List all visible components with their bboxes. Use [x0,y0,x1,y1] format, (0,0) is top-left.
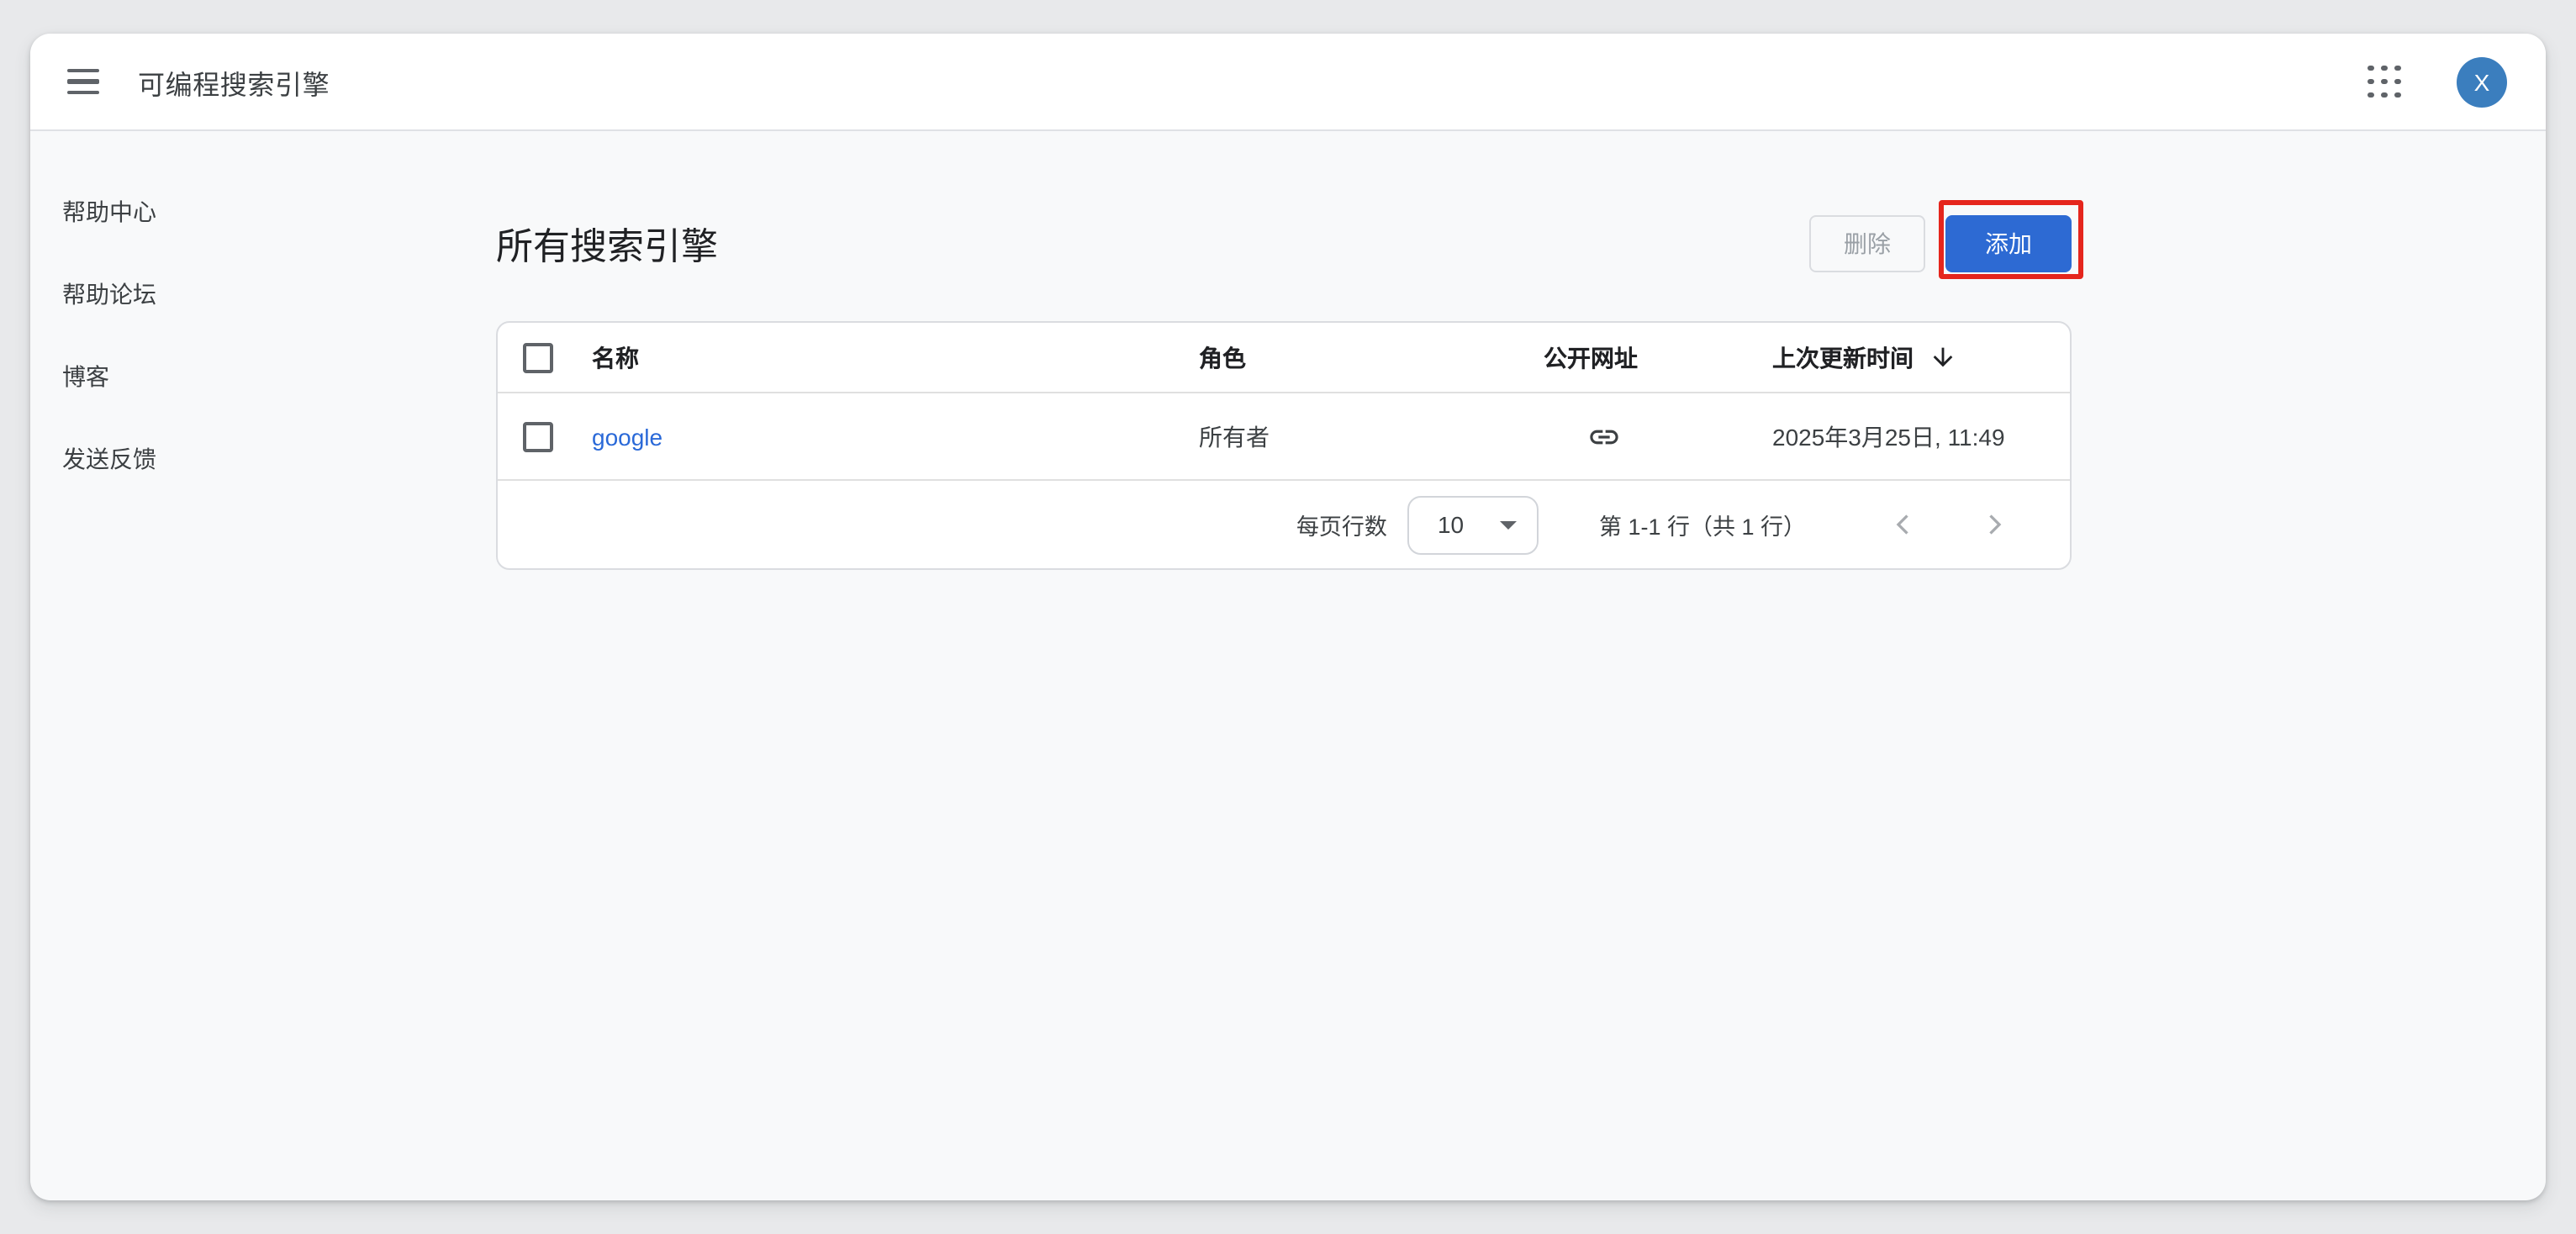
sidebar-item-blog[interactable]: 博客 [62,365,109,388]
sidebar-item-help-forum[interactable]: 帮助论坛 [62,282,156,306]
sidebar-item-send-feedback[interactable]: 发送反馈 [62,447,156,471]
avatar[interactable]: X [2457,56,2507,107]
row-checkbox[interactable] [523,421,553,451]
search-engines-table: 名称 角色 公开网址 上次更新时间 [496,321,2072,570]
rows-per-page-value: 10 [1438,511,1464,538]
main-panel: 所有搜索引擎 删除 添加 名称 [496,131,2072,1200]
delete-button[interactable]: 删除 [1809,215,1925,272]
dropdown-caret-icon [1500,520,1517,529]
apps-grid-icon[interactable] [2364,61,2404,102]
table-pagination: 每页行数 10 第 1-1 行（共 1 行） [498,481,2070,568]
column-header-role[interactable]: 角色 [1199,340,1544,374]
app-title: 可编程搜索引擎 [138,61,330,102]
select-all-checkbox[interactable] [523,342,553,372]
app-window: 可编程搜索引擎 X 帮助中心 帮助论坛 博客 发送反馈 所有搜索引擎 删 [30,34,2546,1200]
engine-name-link[interactable]: google [592,423,662,450]
pagination-range-text: 第 1-1 行（共 1 行） [1599,508,1806,541]
table-row: google 所有者 2025年3月25日, 11:49 [498,393,2070,481]
page: 可编程搜索引擎 X 帮助中心 帮助论坛 博客 发送反馈 所有搜索引擎 删 [0,0,2576,1234]
action-buttons: 删除 添加 [1809,215,2072,272]
content-area: 帮助中心 帮助论坛 博客 发送反馈 所有搜索引擎 删除 添加 [30,131,2546,1200]
engine-role: 所有者 [1199,419,1544,453]
column-header-public-url[interactable]: 公开网址 [1544,340,1772,374]
sidebar: 帮助中心 帮助论坛 博客 发送反馈 [30,131,496,1200]
add-button-wrapper: 添加 [1945,215,2072,272]
add-button[interactable]: 添加 [1945,215,2072,272]
column-header-last-updated[interactable]: 上次更新时间 [1772,340,2070,374]
sidebar-item-help-center[interactable]: 帮助中心 [62,200,156,224]
table-header-row: 名称 角色 公开网址 上次更新时间 [498,323,2070,393]
hamburger-menu-icon[interactable] [67,69,99,94]
sort-descending-arrow-icon[interactable] [1929,343,1957,372]
engine-last-updated: 2025年3月25日, 11:49 [1772,419,2070,453]
top-bar: 可编程搜索引擎 X [30,34,2546,131]
previous-page-button[interactable] [1883,504,1924,545]
public-url-link-icon[interactable] [1587,419,1621,453]
header-checkbox-cell [498,342,592,372]
next-page-button[interactable] [1974,504,2014,545]
row-checkbox-cell [498,421,592,451]
page-title: 所有搜索引擎 [496,217,718,271]
header-row: 所有搜索引擎 删除 添加 [496,203,2072,284]
column-header-name[interactable]: 名称 [592,340,1199,374]
rows-per-page-label: 每页行数 [1296,508,1387,541]
rows-per-page-select[interactable]: 10 [1407,495,1539,554]
